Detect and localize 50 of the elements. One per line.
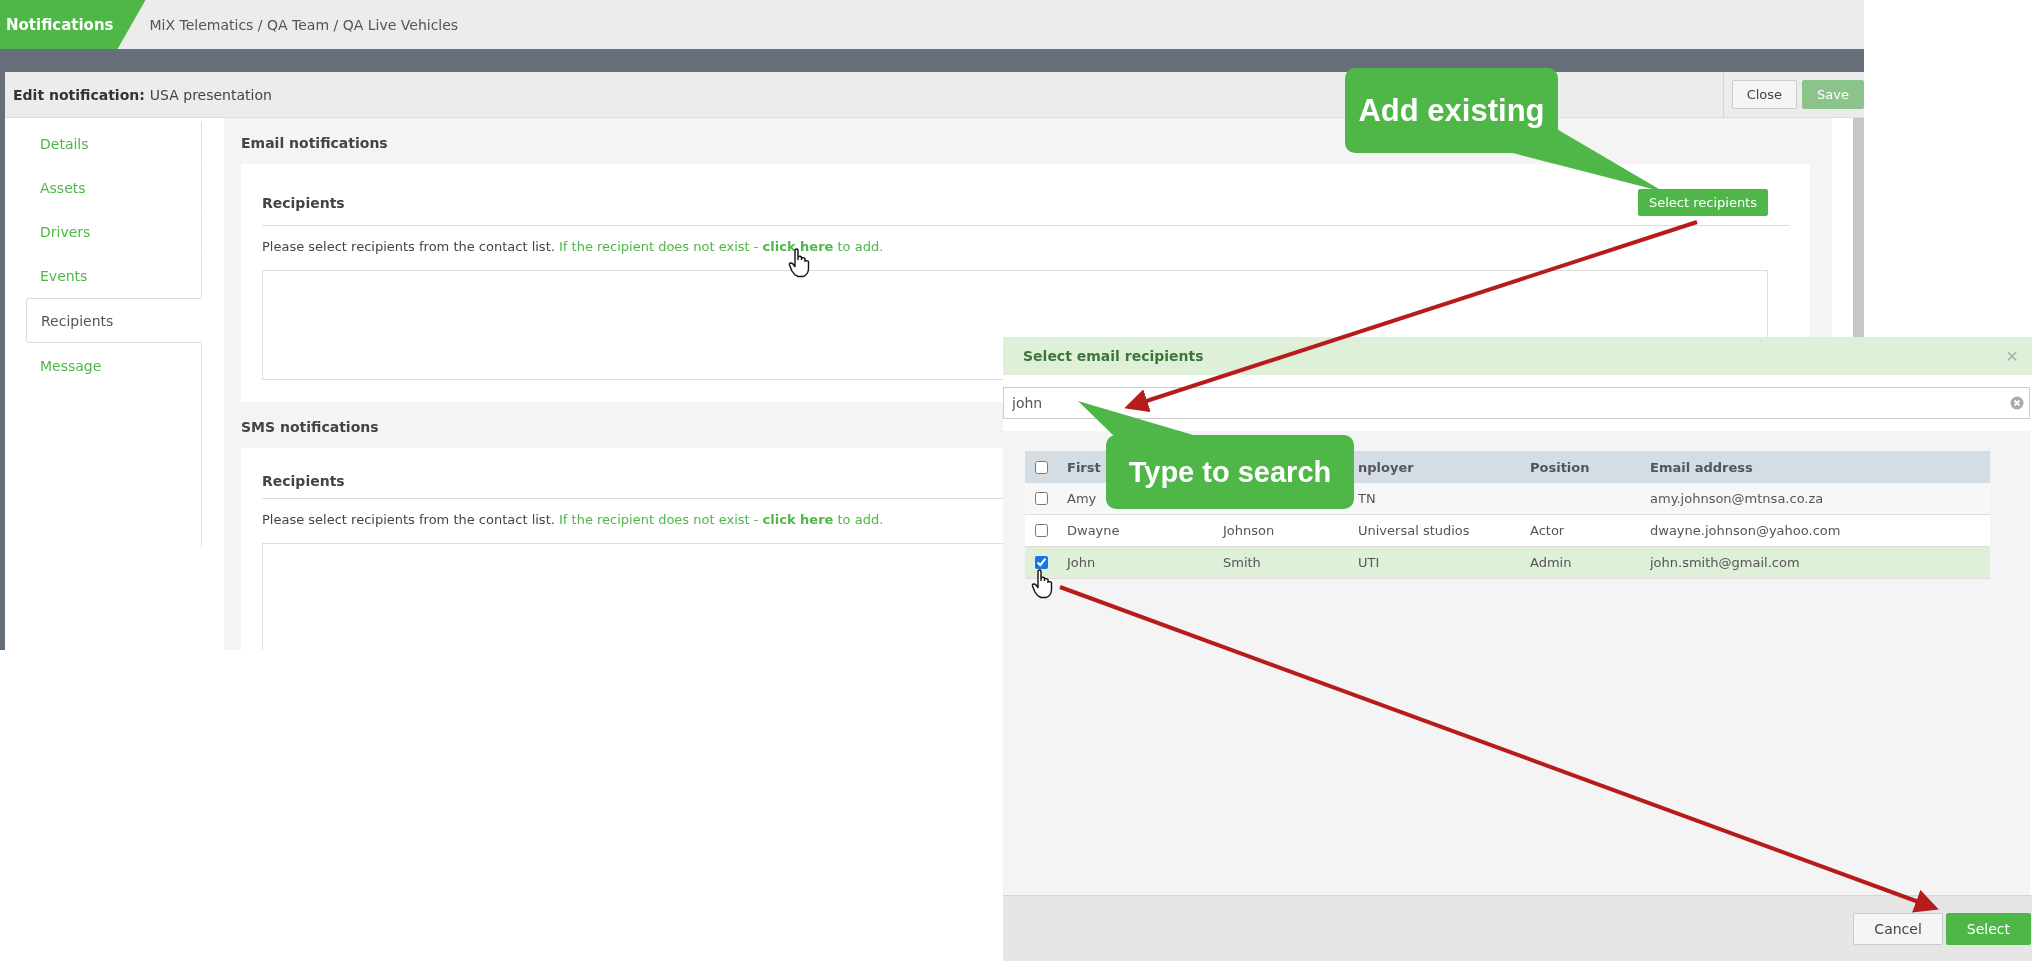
recipients-heading: Recipients bbox=[262, 473, 345, 489]
sidebar-tab[interactable]: Drivers bbox=[26, 210, 202, 253]
sidebar-tab[interactable]: Message bbox=[26, 344, 202, 387]
notification-name: USA presentation bbox=[149, 86, 272, 103]
callout: Add existing bbox=[1345, 68, 1558, 153]
clear-search-icon[interactable] bbox=[2010, 396, 2024, 410]
close-button[interactable]: Close bbox=[1731, 80, 1798, 109]
breadcrumb: MiX Telematics / QA Team / QA Live Vehicles bbox=[149, 16, 459, 33]
column-header[interactable]: Email address bbox=[1650, 459, 1753, 475]
table-cell: Admin bbox=[1530, 555, 1572, 570]
close-button[interactable]: × bbox=[2006, 344, 2018, 368]
recipients-heading: Recipients bbox=[262, 194, 345, 211]
table-cell: Smith bbox=[1223, 555, 1261, 570]
sidebar-tab[interactable]: Assets bbox=[26, 166, 202, 209]
select-all-checkbox[interactable] bbox=[1035, 460, 1048, 474]
title-label: Edit notification: bbox=[13, 86, 145, 103]
row-checkbox[interactable] bbox=[1035, 524, 1048, 537]
search-field[interactable]: john bbox=[1003, 387, 2030, 419]
add-recipient-link[interactable]: If the recipient does not exist - click here to add. bbox=[559, 512, 884, 527]
row-checkbox[interactable] bbox=[1035, 492, 1048, 505]
table-cell: Johnson bbox=[1223, 523, 1275, 538]
section-heading: SMS notifications bbox=[241, 418, 379, 437]
table-row[interactable]: Dwayne Johnson Universal studios Actor dwayne.johnson@yahoo.com bbox=[1025, 515, 1990, 547]
table-cell: john.smith@gmail.com bbox=[1650, 555, 1800, 570]
instruction-text: Please select recipients from the contact list. If the recipient does not exist - click here to add. bbox=[262, 226, 1789, 270]
cancel-button[interactable]: Cancel bbox=[1853, 912, 1943, 945]
section-heading: Email notifications bbox=[241, 134, 388, 153]
table-row[interactable]: John Smith UTI Admin john.smith@gmail.com bbox=[1025, 547, 1990, 579]
table-cell: Actor bbox=[1530, 523, 1565, 538]
table-cell: Universal studios bbox=[1358, 523, 1470, 538]
sidebar-tab[interactable]: Events bbox=[26, 254, 202, 297]
table-cell: Amy bbox=[1067, 491, 1097, 506]
table-cell: John bbox=[1067, 555, 1096, 570]
table-cell: dwayne.johnson@yahoo.com bbox=[1650, 523, 1841, 538]
add-recipient-link[interactable]: If the recipient does not exist - click here to add. bbox=[559, 239, 884, 254]
sidebar-tab[interactable]: Details bbox=[26, 122, 202, 165]
table-cell: TN bbox=[1358, 491, 1376, 506]
column-header[interactable]: Position bbox=[1530, 459, 1590, 475]
table-cell: Dwayne bbox=[1067, 523, 1120, 538]
table-cell: UTI bbox=[1358, 555, 1380, 570]
select-button[interactable]: Select bbox=[1945, 912, 2031, 945]
row-checkbox[interactable] bbox=[1035, 556, 1048, 569]
table-cell: amy.johnson@mtnsa.co.za bbox=[1650, 491, 1824, 506]
module-tab[interactable]: Notifications bbox=[0, 0, 146, 49]
column-header[interactable]: First bbox=[1067, 459, 1101, 475]
dialog-title: Select email recipients bbox=[1023, 348, 1204, 364]
sidebar-tab[interactable]: Recipients bbox=[26, 298, 202, 343]
hand-cursor-icon bbox=[1031, 569, 1053, 599]
select-recipients-button[interactable]: Select recipients bbox=[1637, 189, 1768, 216]
column-header[interactable]: nployer bbox=[1358, 459, 1414, 475]
